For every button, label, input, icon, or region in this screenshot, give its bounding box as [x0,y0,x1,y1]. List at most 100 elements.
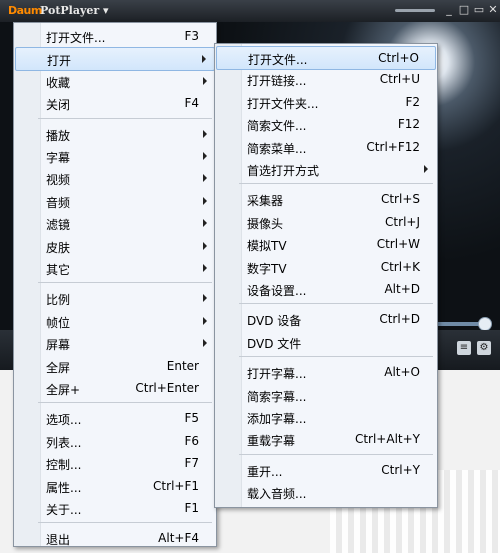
submenu-arrow-icon [203,196,207,205]
submenu-arrow-icon [203,264,207,272]
app-title-menu[interactable]: PotPlayer ▾ [40,4,109,17]
main-menu-item[interactable]: 关于... F1 [15,497,215,519]
open-submenu-item-label: 打开文件... [248,53,308,67]
daum-logo: Daum [8,4,42,17]
main-menu-item-shortcut: Alt+F4 [158,531,199,546]
open-submenu-item[interactable]: 简索菜单... Ctrl+F12 [216,136,436,158]
open-submenu-item-label: 摄像头 [247,216,284,231]
open-submenu-item-label: 载入音频... [247,487,307,502]
open-submenu-item-shortcut: Alt+D [384,282,420,296]
open-submenu-item-shortcut: F12 [397,117,420,132]
main-menu-item-label: 播放 [46,128,71,143]
minimize-icon[interactable]: _ [443,4,455,16]
open-submenu-item-label: 重开... [247,464,283,479]
main-menu-item[interactable]: 全屏 Enter [15,355,215,377]
main-menu-item-shortcut: Enter [166,358,199,373]
main-menu-item[interactable]: 打开文件... F3 [15,25,215,47]
main-menu-item[interactable]: 选项... F5 [15,407,215,429]
main-menu-item[interactable]: 打开 [15,47,215,72]
open-submenu-item-label: 打开字幕... [247,367,307,382]
main-menu-item[interactable]: 音频 [15,190,215,212]
main-menu-item[interactable]: 比例 [15,287,215,309]
main-menu-item[interactable]: 关闭 F4 [15,92,215,114]
main-menu-item-label: 滤镜 [46,218,71,233]
open-submenu-item[interactable]: 设备设置... Alt+D [216,278,436,300]
main-menu-item[interactable]: 屏幕 [15,332,215,354]
main-menu-item[interactable]: 列表... F6 [15,430,215,452]
main-menu-separator [38,282,212,284]
main-menu-item[interactable]: 皮肤 [15,235,215,257]
main-menu-item-label: 打开文件... [46,31,106,45]
maximize-icon[interactable]: □ [458,4,470,16]
main-menu-item-label: 控制... [46,458,82,473]
main-menu-item-shortcut: F5 [184,411,199,426]
main-menu-item-label: 列表... [46,435,82,450]
open-submenu-item-label: 简索文件... [247,119,307,134]
main-menu-item[interactable]: 其它 [15,257,215,279]
main-menu-item[interactable]: 滤镜 [15,212,215,234]
main-menu-item-label: 皮肤 [46,240,71,255]
open-submenu-separator [239,303,433,305]
open-submenu-item[interactable]: 打开链接... Ctrl+U [216,68,436,90]
open-submenu-item-shortcut: Alt+O [384,365,420,380]
close-icon[interactable]: ✕ [487,4,499,16]
open-submenu-item-label: 重载字幕 [247,434,296,449]
submenu-arrow-icon [203,294,207,303]
open-submenu-item-label: 首选打开方式 [247,164,320,178]
main-menu-item-label: 全屏 [46,360,71,375]
submenu-arrow-icon [203,174,207,183]
settings-icon[interactable]: ⚙ [477,341,491,355]
playlist-icon[interactable]: ≡ [457,341,471,355]
open-submenu-item-label: 设备设置... [247,284,307,298]
main-context-menu: 打开文件... F3 打开收藏关闭 F4 播放字幕视频音频滤镜皮肤其它比例帧位 屏幕全屏 E… [13,22,217,547]
open-submenu-separator [239,356,433,358]
open-submenu-item[interactable]: 首选打开方式 [216,158,436,180]
open-submenu-item[interactable]: 添加字幕... [216,406,436,428]
main-menu-item[interactable]: 字幕 [15,145,215,167]
open-submenu-item-label: 打开链接... [247,74,307,89]
open-submenu-item-shortcut: Ctrl+J [385,214,420,229]
open-submenu-item[interactable]: 简索字幕... [216,384,436,406]
main-menu-item[interactable]: 帧位 [15,310,215,332]
main-menu-item-label: 其它 [46,263,71,277]
open-submenu-item[interactable]: 模拟TV Ctrl+W [216,233,436,255]
main-menu-item[interactable]: 属性... Ctrl+F1 [15,475,215,497]
open-submenu-item[interactable]: 载入音频... [216,481,436,503]
open-submenu-item[interactable]: 摄像头 Ctrl+J [216,211,436,233]
open-submenu-item[interactable]: 打开文件... Ctrl+O [216,46,436,70]
main-menu-item-shortcut: Ctrl+F1 [153,478,199,493]
main-menu-item[interactable]: 视频 [15,167,215,189]
submenu-arrow-icon [203,219,207,228]
submenu-arrow-icon [424,165,428,173]
volume-slider[interactable] [395,9,435,12]
main-menu-item-shortcut: F6 [184,433,199,448]
main-menu-item-label: 比例 [46,293,71,308]
open-submenu-item-shortcut: Ctrl+Y [381,462,420,477]
open-submenu-item-label: 添加字幕... [247,412,307,426]
open-submenu-item[interactable]: 数字TV Ctrl+K [216,256,436,278]
open-submenu-item[interactable]: DVD 文件 [216,331,436,353]
main-menu-item-label: 退出 [46,533,71,548]
open-submenu-item[interactable]: 简索文件... F12 [216,113,436,135]
main-menu-item[interactable]: 播放 [15,123,215,145]
main-menu-item[interactable]: 全屏+ Ctrl+Enter [15,377,215,399]
title-bar[interactable]: Daum PotPlayer ▾ _ □ ▭ ✕ [0,0,500,22]
open-submenu-item[interactable]: 打开字幕... Alt+O [216,361,436,383]
main-menu-item[interactable]: 收藏 [15,70,215,92]
main-menu-separator [38,522,212,524]
open-submenu-item-shortcut: Ctrl+S [380,192,420,207]
open-submenu-item[interactable]: 重载字幕 Ctrl+Alt+Y [216,428,436,450]
main-menu-item-label: 视频 [46,173,71,188]
seek-knob[interactable] [478,317,492,331]
main-menu-item-shortcut: Ctrl+Enter [135,381,199,395]
open-submenu-item[interactable]: 打开文件夹... F2 [216,91,436,113]
open-submenu-item-shortcut: Ctrl+F12 [366,139,420,154]
restore-icon[interactable]: ▭ [473,4,485,16]
open-submenu-item[interactable]: 采集器 Ctrl+S [216,188,436,210]
open-submenu-item-label: 模拟TV [247,239,287,254]
main-menu-item[interactable]: 退出 Alt+F4 [15,527,215,549]
main-menu-item-label: 收藏 [46,75,71,90]
open-submenu-item[interactable]: 重开... Ctrl+Y [216,459,436,481]
open-submenu-item[interactable]: DVD 设备 Ctrl+D [216,308,436,330]
main-menu-item[interactable]: 控制... F7 [15,452,215,474]
